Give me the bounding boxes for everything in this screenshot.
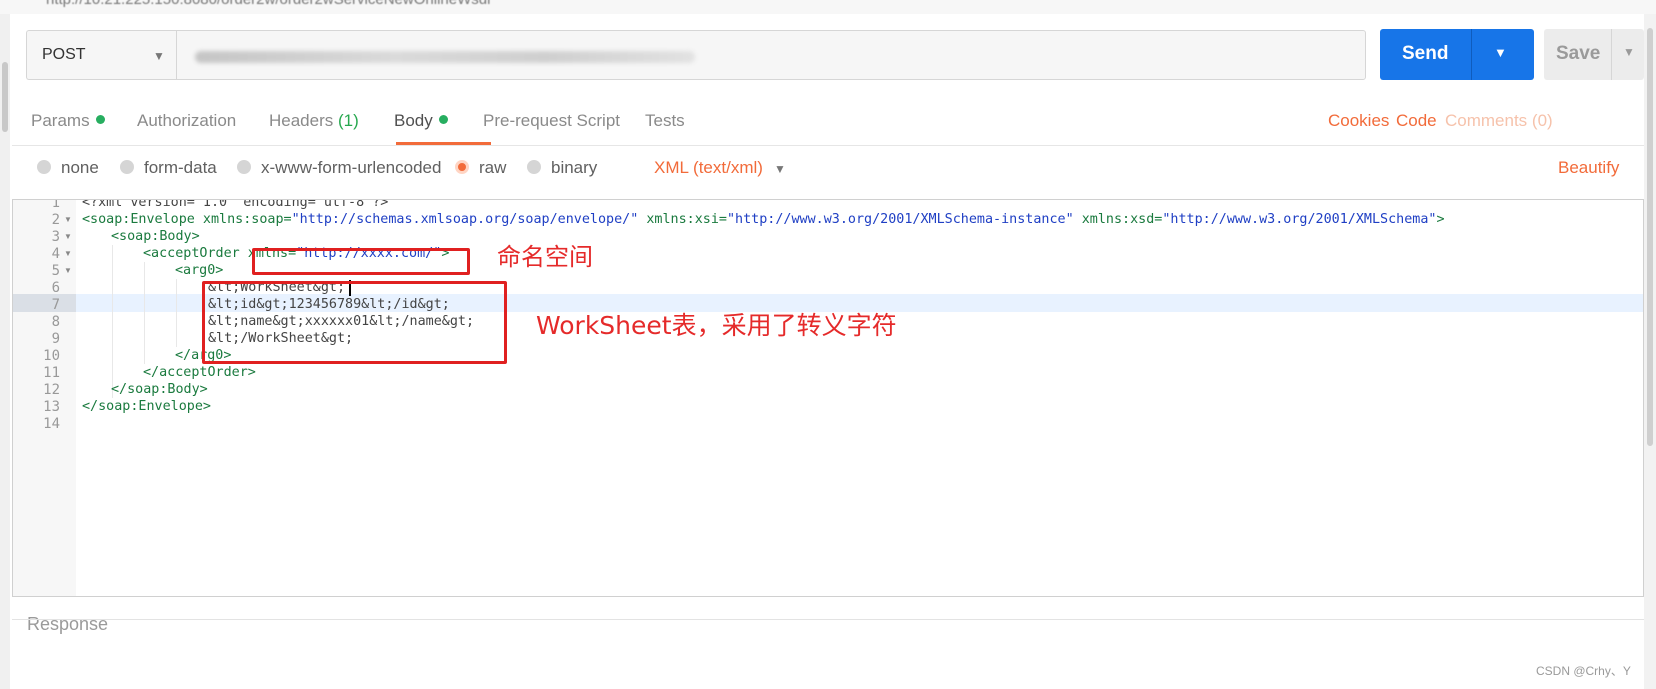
send-divider xyxy=(1471,29,1472,80)
radio-circle-icon xyxy=(120,160,134,174)
line-number: 11 xyxy=(43,365,60,381)
previous-url-text: http://10.21.225.150:8080/order2w/order2… xyxy=(46,0,490,8)
radio-binary[interactable]: binary xyxy=(527,158,597,178)
right-scrollbar[interactable] xyxy=(1644,14,1656,689)
tab-label: Tests xyxy=(645,111,685,130)
line-number: 9 xyxy=(51,331,60,347)
code-line-2: <soap:Envelope xmlns:soap="http://schema… xyxy=(82,211,1445,229)
tab-label: Authorization xyxy=(137,111,237,130)
line-number: 3 xyxy=(51,229,60,245)
tab-label: Headers xyxy=(269,111,334,130)
line-number: 14 xyxy=(43,416,60,432)
send-dropdown-icon[interactable]: ▼ xyxy=(1494,45,1507,60)
fold-arrow-icon[interactable]: ▼ xyxy=(64,262,72,280)
code-line-3: <soap:Body> xyxy=(111,229,200,244)
send-button[interactable]: Send ▼ xyxy=(1380,29,1534,80)
beautify-link[interactable]: Beautify xyxy=(1558,158,1619,178)
blurred-url-text xyxy=(195,51,695,63)
tab-label: Body xyxy=(394,111,433,130)
send-label: Send xyxy=(1402,43,1449,64)
left-scrollbar[interactable] xyxy=(0,14,10,689)
code-link[interactable]: Code xyxy=(1396,111,1437,131)
content-type-select[interactable]: XML (text/xml) xyxy=(654,158,763,178)
radio-none[interactable]: none xyxy=(37,158,99,178)
code-line-11: </acceptOrder> xyxy=(143,365,256,380)
url-input[interactable] xyxy=(176,30,1366,80)
cookies-link[interactable]: Cookies xyxy=(1328,111,1389,131)
save-divider xyxy=(1611,29,1612,80)
radio-label: binary xyxy=(551,158,598,177)
xml-value: "http://www.w3.org/2001/XMLSchema" xyxy=(1162,212,1437,227)
fold-arrow-icon[interactable]: ▼ xyxy=(64,245,72,263)
tab-body[interactable]: Body xyxy=(394,111,448,131)
radio-label: x-www-form-urlencoded xyxy=(261,158,442,177)
line-number: 2 xyxy=(51,212,60,228)
tab-params[interactable]: Params xyxy=(31,111,105,131)
xml-value: "http://schemas.xmlsoap.org/soap/envelop… xyxy=(291,212,639,227)
radio-label: none xyxy=(61,158,99,177)
previous-url-strip: http://10.21.225.150:8080/order2w/order2… xyxy=(0,0,1656,14)
code-line-13: </soap:Envelope> xyxy=(82,399,211,414)
line-number: 7 xyxy=(51,297,60,313)
radio-selected-icon xyxy=(455,160,469,174)
method-select[interactable]: POST ▼ xyxy=(26,30,176,80)
indent-guide xyxy=(112,245,113,398)
radio-raw[interactable]: raw xyxy=(455,158,506,178)
tab-label: Params xyxy=(31,111,90,130)
radio-form-data[interactable]: form-data xyxy=(120,158,217,178)
comments-link[interactable]: Comments (0) xyxy=(1445,111,1553,131)
indent-guide xyxy=(144,262,145,364)
code-line-5: <arg0> xyxy=(175,263,224,278)
status-dot-icon xyxy=(438,115,448,124)
status-dot-icon xyxy=(95,115,105,124)
xml-attr: xmlns:xsd= xyxy=(1073,212,1163,227)
fold-arrow-icon[interactable]: ▼ xyxy=(64,228,72,246)
radio-circle-icon xyxy=(237,160,251,174)
xml-tag: <soap:Envelope xyxy=(82,212,195,227)
xml-attr: xmlns:soap= xyxy=(194,212,292,227)
method-label: POST xyxy=(42,46,86,63)
worksheet-annotation: WorkSheet表，采用了转义字符 xyxy=(536,311,897,340)
tabs-divider xyxy=(12,145,1644,146)
line-number: 4 xyxy=(51,246,60,262)
fold-arrow-icon[interactable]: ▼ xyxy=(64,211,72,229)
radio-x-www-form-urlencoded[interactable]: x-www-form-urlencoded xyxy=(237,158,441,178)
line-number: 10 xyxy=(43,348,60,364)
save-button[interactable]: Save ▼ xyxy=(1544,29,1644,80)
chevron-down-icon: ▼ xyxy=(153,49,165,63)
radio-circle-icon xyxy=(37,160,51,174)
tab-headers[interactable]: Headers (1) xyxy=(269,111,359,131)
line-number: 13 xyxy=(43,399,60,415)
tab-label: Pre-request Script xyxy=(483,111,620,130)
tab-tests[interactable]: Tests xyxy=(645,111,685,131)
line-number: 8 xyxy=(51,314,60,330)
xml-value: "http://www.w3.org/2001/XMLSchema-instan… xyxy=(726,212,1074,227)
xml-attr: xmlns:xsi= xyxy=(638,212,727,227)
response-section-label: Response xyxy=(27,614,109,634)
line-gutter: 1 2 3 4 5 6 7 8 9 10 11 12 13 14 ▼ ▼ ▼ ▼ xyxy=(13,200,76,596)
line-number: 6 xyxy=(51,280,60,296)
left-scrollbar-thumb[interactable] xyxy=(2,62,8,132)
namespace-highlight-box xyxy=(252,248,470,275)
save-dropdown-icon[interactable]: ▼ xyxy=(1623,45,1635,59)
tab-authorization[interactable]: Authorization xyxy=(137,111,236,131)
code-line-12: </soap:Body> xyxy=(111,382,208,397)
radio-label: raw xyxy=(479,158,507,177)
radio-label: form-data xyxy=(144,158,217,177)
namespace-annotation: 命名空间 xyxy=(497,243,593,271)
radio-circle-icon xyxy=(527,160,541,174)
response-divider xyxy=(12,619,1644,620)
headers-count: (1) xyxy=(338,111,359,130)
line-number: 5 xyxy=(51,263,60,279)
worksheet-highlight-box xyxy=(202,281,507,364)
right-scrollbar-thumb[interactable] xyxy=(1647,28,1653,446)
watermark: CSDN @Crhy、Y xyxy=(1536,664,1631,678)
save-label: Save xyxy=(1556,43,1601,64)
line-number: 12 xyxy=(43,382,60,398)
xml-tag: > xyxy=(1436,212,1445,227)
indent-guide xyxy=(176,279,177,347)
chevron-down-icon[interactable]: ▼ xyxy=(774,162,786,176)
tab-pre-request-script[interactable]: Pre-request Script xyxy=(483,111,620,131)
xml-tag: <acceptOrder xyxy=(143,246,240,261)
